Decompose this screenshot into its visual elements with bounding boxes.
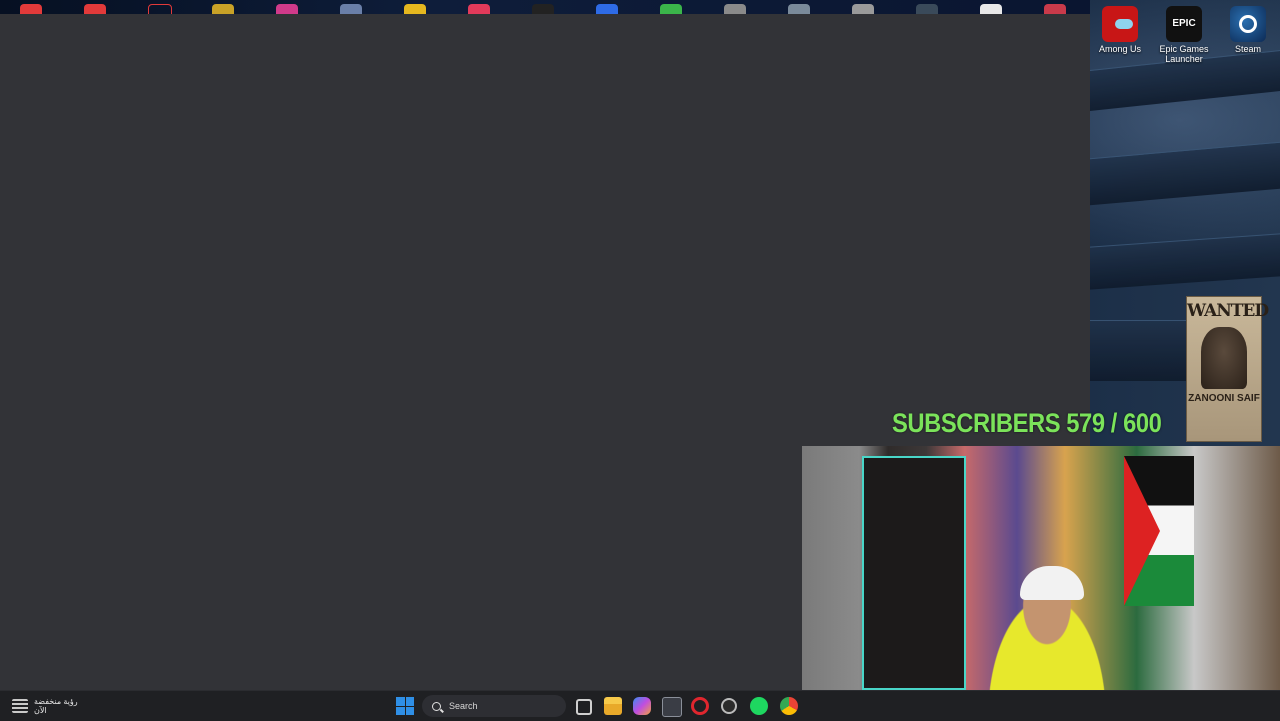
- windows-start-icon[interactable]: [396, 697, 414, 715]
- subscriber-counter: SUBSCRIBERS 579 / 600: [892, 408, 1162, 438]
- poster-name: ZANOONI SAIF: [1188, 393, 1260, 404]
- weather-widget[interactable]: رؤية منخفضة الآن: [12, 695, 78, 717]
- search-placeholder: Search: [449, 701, 478, 711]
- webcam-shelf: [862, 456, 966, 690]
- desktop-shortcut-icon[interactable]: [916, 4, 938, 14]
- poster-portrait: [1201, 327, 1247, 389]
- desktop-shortcut-icon[interactable]: [1044, 4, 1066, 14]
- wallpaper-plank: [1090, 320, 1186, 381]
- desktop-shortcut-icon[interactable]: [788, 4, 810, 14]
- weather-text: رؤية منخفضة الآن: [34, 697, 78, 715]
- store-icon[interactable]: [662, 697, 682, 717]
- desktop-shortcut-icon[interactable]: [276, 4, 298, 14]
- desktop-icon-label: Epic Games Launcher: [1159, 44, 1209, 64]
- task-view-icon[interactable]: [576, 699, 592, 715]
- poster-title: WANTED: [1187, 301, 1269, 321]
- desktop-shortcut-icon[interactable]: [20, 4, 42, 14]
- obs-icon[interactable]: [721, 698, 737, 714]
- desktop-shortcut-icon[interactable]: [148, 4, 172, 14]
- desktop-icon-steam[interactable]: Steam: [1216, 2, 1280, 54]
- search-icon: [432, 701, 441, 711]
- among-us-icon: [1102, 6, 1138, 42]
- wanted-poster: WANTED ZANOONI SAIF: [1186, 296, 1269, 442]
- weather-label: رؤية منخفضة: [34, 697, 78, 706]
- desktop-shortcut-icon[interactable]: [980, 4, 1002, 14]
- spotify-icon[interactable]: [750, 697, 768, 715]
- desktop-shortcut-icon[interactable]: [468, 4, 490, 14]
- copilot-icon[interactable]: [633, 697, 651, 715]
- desktop-shortcut-icon[interactable]: [724, 4, 746, 14]
- file-explorer-icon[interactable]: [604, 697, 622, 715]
- steam-icon: [1230, 6, 1266, 42]
- desktop-shortcut-icon[interactable]: [404, 4, 426, 14]
- desktop-shortcut-icon[interactable]: [84, 4, 106, 14]
- webcam-flag: [1124, 456, 1194, 606]
- fog-icon: [12, 699, 28, 713]
- desktop-shortcut-icon[interactable]: [340, 4, 362, 14]
- webcam-overlay: [802, 446, 1280, 720]
- desktop-shortcut-icon[interactable]: [596, 4, 618, 14]
- desktop-shortcut-icon[interactable]: [532, 4, 554, 14]
- desktop-icon-label: Among Us: [1098, 44, 1142, 54]
- weather-sub: الآن: [34, 706, 47, 715]
- taskbar: رؤية منخفضة الآن Search: [0, 690, 1280, 721]
- desktop-icons-strip: [0, 0, 1090, 14]
- desktop-shortcut-icon[interactable]: [212, 4, 234, 14]
- chrome-icon[interactable]: [780, 697, 798, 715]
- wallpaper-plank: [1090, 233, 1280, 290]
- desktop-icon-epic-games[interactable]: EPIC Epic Games Launcher: [1152, 2, 1216, 64]
- opera-icon[interactable]: [691, 697, 709, 715]
- desktop-shortcut-icon[interactable]: [660, 4, 682, 14]
- desktop-icon-among-us[interactable]: Among Us: [1088, 2, 1152, 54]
- desktop-icon-label: Steam: [1234, 44, 1261, 54]
- epic-games-icon: EPIC: [1166, 6, 1202, 42]
- wallpaper-plank: [1090, 141, 1280, 206]
- desktop-shortcut-icon[interactable]: [852, 4, 874, 14]
- taskbar-search[interactable]: Search: [422, 695, 566, 717]
